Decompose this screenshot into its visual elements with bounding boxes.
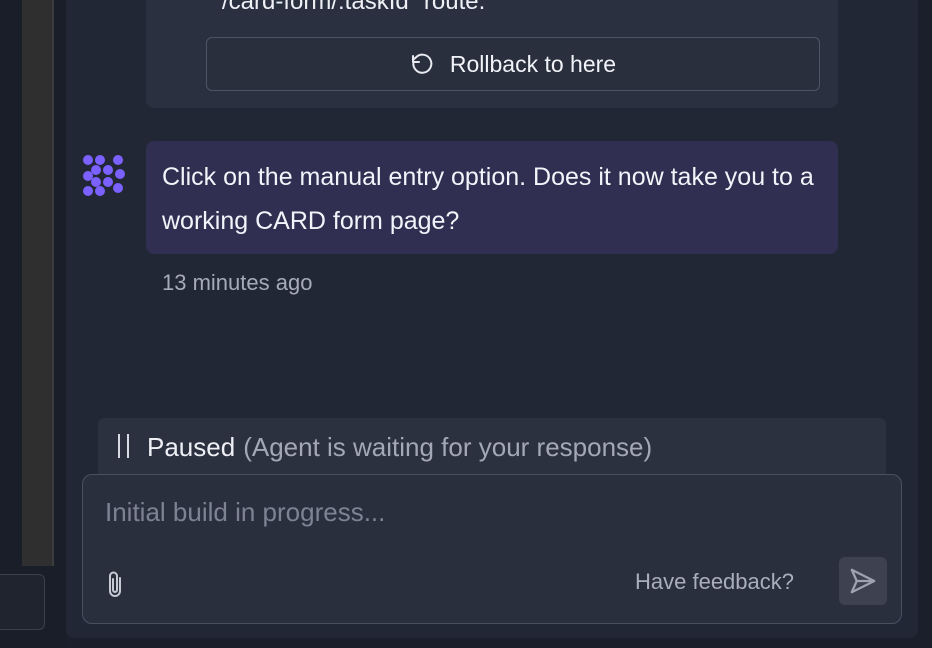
agent-logo-icon <box>83 155 125 196</box>
rollback-button[interactable]: Rollback to here <box>206 37 820 91</box>
rollback-label: Rollback to here <box>449 50 617 77</box>
rotate-ccw-icon <box>411 53 433 74</box>
feedback-link[interactable]: Have feedback? <box>635 569 794 595</box>
left-panel-box <box>0 574 45 630</box>
paperclip-icon[interactable] <box>103 569 127 601</box>
status-detail: (Agent is waiting for your response) <box>243 431 653 462</box>
status-bar: Paused (Agent is waiting for your respon… <box>98 418 886 476</box>
scrollbar[interactable] <box>22 0 54 566</box>
left-sidebar <box>0 0 66 648</box>
message-timestamp: 13 minutes ago <box>162 270 313 295</box>
send-button[interactable] <box>839 557 887 605</box>
composer-placeholder[interactable]: Initial build in progress... <box>105 497 385 528</box>
status-title: Paused <box>147 431 236 462</box>
pause-icon <box>118 434 129 458</box>
previous-message-text: /card-form/:taskId" route. <box>222 0 486 15</box>
message-composer[interactable]: Initial build in progress... Have feedba… <box>82 474 902 624</box>
agent-message-bubble: Click on the manual entry option. Does i… <box>146 141 838 254</box>
send-icon <box>850 568 876 594</box>
